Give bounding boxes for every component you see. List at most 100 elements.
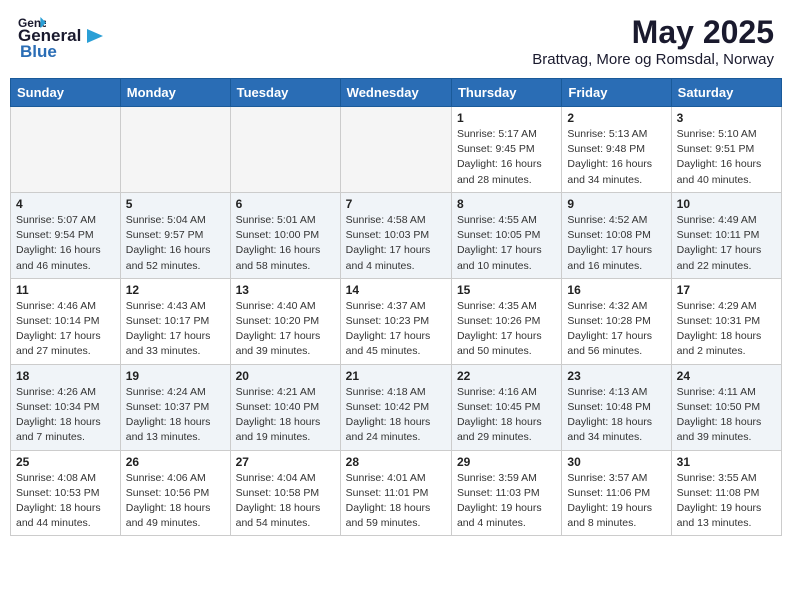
calendar-cell [340,107,451,193]
day-number: 21 [346,369,446,383]
calendar-header-monday: Monday [120,79,230,107]
day-content: Sunrise: 4:29 AMSunset: 10:31 PMDaylight… [677,299,776,360]
day-content: Sunrise: 4:04 AMSunset: 10:58 PMDaylight… [236,471,335,532]
day-number: 14 [346,283,446,297]
calendar-cell: 7Sunrise: 4:58 AMSunset: 10:03 PMDayligh… [340,192,451,278]
day-number: 18 [16,369,115,383]
calendar-cell [120,107,230,193]
day-content: Sunrise: 4:16 AMSunset: 10:45 PMDaylight… [457,385,556,446]
day-number: 8 [457,197,556,211]
day-number: 28 [346,455,446,469]
day-content: Sunrise: 4:11 AMSunset: 10:50 PMDaylight… [677,385,776,446]
day-number: 27 [236,455,335,469]
calendar-cell: 9Sunrise: 4:52 AMSunset: 10:08 PMDayligh… [562,192,671,278]
day-content: Sunrise: 3:57 AMSunset: 11:06 PMDaylight… [567,471,665,532]
calendar-table: SundayMondayTuesdayWednesdayThursdayFrid… [10,78,782,536]
calendar-cell: 24 Sunrise: 4:11 AMSunset: 10:50 PMDaylig… [671,364,781,450]
calendar-header-sunday: Sunday [11,79,121,107]
calendar-cell: 10 Sunrise: 4:49 AMSunset: 10:11 PMDaylig… [671,192,781,278]
day-number: 6 [236,197,335,211]
calendar-header-thursday: Thursday [451,79,561,107]
logo: General General Blue [18,14,107,62]
calendar-cell: 17 Sunrise: 4:29 AMSunset: 10:31 PMDaylig… [671,278,781,364]
day-content: Sunrise: 5:01 AMSunset: 10:00 PMDaylight… [236,213,335,274]
day-content: Sunrise: 4:43 AMSunset: 10:17 PMDaylight… [126,299,225,360]
day-number: 11 [16,283,115,297]
calendar-cell: 11 Sunrise: 4:46 AMSunset: 10:14 PMDaylig… [11,278,121,364]
calendar-cell: 21Sunrise: 4:18 AMSunset: 10:42 PMDaylig… [340,364,451,450]
calendar-cell: 14 Sunrise: 4:37 AMSunset: 10:23 PMDaylig… [340,278,451,364]
calendar-cell: 16 Sunrise: 4:32 AMSunset: 10:28 PMDaylig… [562,278,671,364]
day-number: 10 [677,197,776,211]
day-number: 4 [16,197,115,211]
day-number: 23 [567,369,665,383]
day-content: Sunrise: 4:08 AMSunset: 10:53 PMDaylight… [16,471,115,532]
calendar-cell: 13Sunrise: 4:40 AMSunset: 10:20 PMDaylig… [230,278,340,364]
day-number: 20 [236,369,335,383]
day-content: Sunrise: 5:17 AMSunset: 9:45 PMDaylight:… [457,127,556,188]
day-content: Sunrise: 5:10 AMSunset: 9:51 PMDaylight:… [677,127,776,188]
calendar-week-5: 25 Sunrise: 4:08 AMSunset: 10:53 PMDaylig… [11,450,782,536]
calendar-cell: 20Sunrise: 4:21 AMSunset: 10:40 PMDaylig… [230,364,340,450]
day-content: Sunrise: 4:58 AMSunset: 10:03 PMDaylight… [346,213,446,274]
calendar-cell: 23 Sunrise: 4:13 AMSunset: 10:48 PMDaylig… [562,364,671,450]
calendar-cell: 6 Sunrise: 5:01 AMSunset: 10:00 PMDayligh… [230,192,340,278]
calendar-header-friday: Friday [562,79,671,107]
day-content: Sunrise: 4:35 AMSunset: 10:26 PMDaylight… [457,299,556,360]
day-number: 25 [16,455,115,469]
calendar-week-2: 4 Sunrise: 5:07 AMSunset: 9:54 PMDaylight… [11,192,782,278]
logo-blue: Blue [20,42,57,61]
calendar-cell [230,107,340,193]
calendar-cell: 15 Sunrise: 4:35 AMSunset: 10:26 PMDaylig… [451,278,561,364]
title-area: May 2025 Brattvag, More og Romsdal, Norw… [532,14,774,68]
day-content: Sunrise: 5:07 AMSunset: 9:54 PMDaylight:… [16,213,115,274]
calendar-header-wednesday: Wednesday [340,79,451,107]
calendar-cell: 3Sunrise: 5:10 AMSunset: 9:51 PMDaylight… [671,107,781,193]
calendar-cell: 27 Sunrise: 4:04 AMSunset: 10:58 PMDaylig… [230,450,340,536]
calendar-header-row: SundayMondayTuesdayWednesdayThursdayFrid… [11,79,782,107]
calendar-week-3: 11 Sunrise: 4:46 AMSunset: 10:14 PMDaylig… [11,278,782,364]
day-content: Sunrise: 4:26 AMSunset: 10:34 PMDaylight… [16,385,115,446]
calendar-week-4: 18 Sunrise: 4:26 AMSunset: 10:34 PMDaylig… [11,364,782,450]
day-content: Sunrise: 4:37 AMSunset: 10:23 PMDaylight… [346,299,446,360]
day-content: Sunrise: 3:59 AMSunset: 11:03 PMDaylight… [457,471,556,532]
day-content: Sunrise: 4:55 AMSunset: 10:05 PMDaylight… [457,213,556,274]
day-content: Sunrise: 4:49 AMSunset: 10:11 PMDaylight… [677,213,776,274]
calendar-cell: 2Sunrise: 5:13 AMSunset: 9:48 PMDaylight… [562,107,671,193]
day-number: 12 [126,283,225,297]
day-content: Sunrise: 4:46 AMSunset: 10:14 PMDaylight… [16,299,115,360]
calendar-cell: 31 Sunrise: 3:55 AMSunset: 11:08 PMDaylig… [671,450,781,536]
calendar-cell: 22 Sunrise: 4:16 AMSunset: 10:45 PMDaylig… [451,364,561,450]
day-content: Sunrise: 4:32 AMSunset: 10:28 PMDaylight… [567,299,665,360]
day-content: Sunrise: 5:13 AMSunset: 9:48 PMDaylight:… [567,127,665,188]
calendar-cell: 4 Sunrise: 5:07 AMSunset: 9:54 PMDaylight… [11,192,121,278]
calendar-cell: 18 Sunrise: 4:26 AMSunset: 10:34 PMDaylig… [11,364,121,450]
day-content: Sunrise: 4:24 AMSunset: 10:37 PMDaylight… [126,385,225,446]
day-number: 13 [236,283,335,297]
day-content: Sunrise: 4:01 AMSunset: 11:01 PMDaylight… [346,471,446,532]
page-title: May 2025 [532,14,774,51]
day-number: 24 [677,369,776,383]
header: General General Blue May 2025 Brattvag, … [10,10,782,72]
day-number: 15 [457,283,556,297]
calendar-cell: 26Sunrise: 4:06 AMSunset: 10:56 PMDaylig… [120,450,230,536]
calendar-cell: 12 Sunrise: 4:43 AMSunset: 10:17 PMDaylig… [120,278,230,364]
calendar-cell [11,107,121,193]
calendar-cell: 1 Sunrise: 5:17 AMSunset: 9:45 PMDaylight… [451,107,561,193]
calendar-cell: 30Sunrise: 3:57 AMSunset: 11:06 PMDaylig… [562,450,671,536]
logo-triangle-icon [83,27,105,45]
day-number: 17 [677,283,776,297]
day-content: Sunrise: 5:04 AMSunset: 9:57 PMDaylight:… [126,213,225,274]
day-number: 1 [457,111,556,125]
day-number: 29 [457,455,556,469]
calendar-cell: 25 Sunrise: 4:08 AMSunset: 10:53 PMDaylig… [11,450,121,536]
day-number: 9 [567,197,665,211]
day-number: 16 [567,283,665,297]
calendar-cell: 19Sunrise: 4:24 AMSunset: 10:37 PMDaylig… [120,364,230,450]
day-number: 31 [677,455,776,469]
day-content: Sunrise: 4:13 AMSunset: 10:48 PMDaylight… [567,385,665,446]
day-number: 22 [457,369,556,383]
calendar-header-saturday: Saturday [671,79,781,107]
calendar-cell: 28 Sunrise: 4:01 AMSunset: 11:01 PMDaylig… [340,450,451,536]
day-content: Sunrise: 3:55 AMSunset: 11:08 PMDaylight… [677,471,776,532]
